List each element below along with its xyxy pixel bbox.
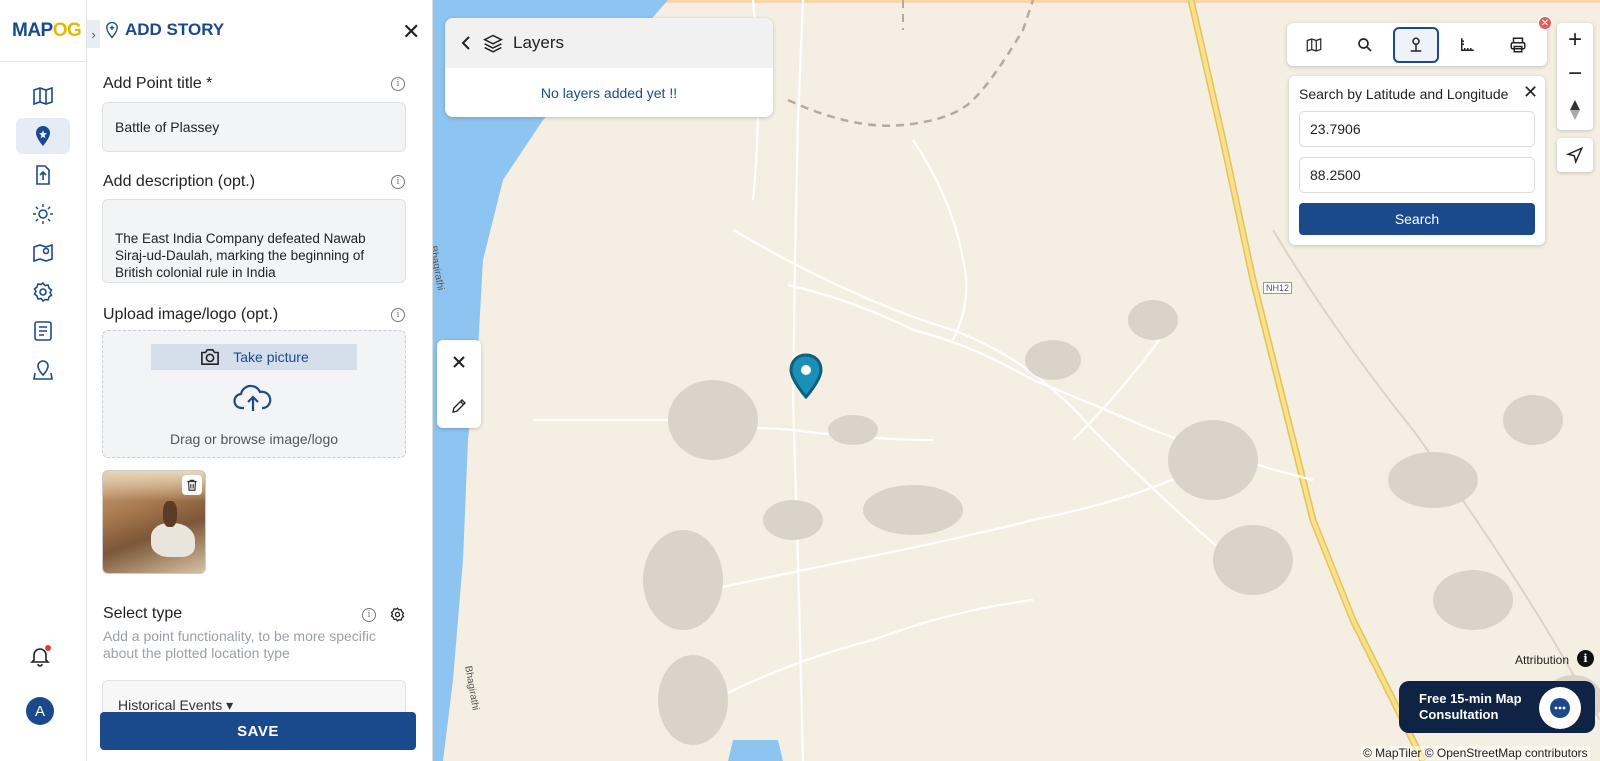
layers-title: Layers [513,33,565,52]
add-story-pin-icon[interactable] [16,118,70,154]
latlng-search-panel: Search by Latitude and Longitude ✕ 23.79… [1289,76,1545,245]
settings-icon[interactable] [16,274,70,310]
zoom-in-button[interactable]: + [1557,23,1593,57]
point-title-input[interactable]: Battle of Plassey [102,102,406,152]
consultation-text: Free 15-min Map Consultation [1419,691,1522,722]
zoom-controls: + − [1557,23,1593,130]
map-pin-icon[interactable] [16,235,70,271]
layers-panel: Layers No layers added yet !! [445,18,773,117]
close-panel-button[interactable]: ✕ [402,21,420,43]
compass-icon[interactable] [1557,93,1593,127]
map-book-icon[interactable] [1291,27,1337,63]
upload-dropzone[interactable]: Take picture Drag or browse image/logo [102,330,406,458]
drag-browse-text: Drag or browse image/logo [169,431,339,447]
avatar[interactable]: A [26,697,54,725]
upload-label: Upload image/logo (opt.) [103,306,279,323]
edit-pencil-icon[interactable] [447,394,471,418]
chat-icon[interactable] [1539,687,1581,729]
map-marker-icon[interactable] [788,353,824,399]
take-picture-label: Take picture [233,349,309,365]
print-icon[interactable] [1495,27,1541,63]
latlng-title: Search by Latitude and Longitude [1299,86,1509,102]
no-layers-message: No layers added yet !! [540,85,678,101]
close-latlng-icon[interactable]: ✕ [1523,82,1538,103]
map-toolbar [1287,23,1547,66]
camera-icon [201,348,220,366]
highway-badge: NH12 [1263,282,1293,294]
map-copyright: © MapTiler © OpenStreetMap contributors [1361,746,1590,760]
map-icon[interactable] [16,78,70,114]
type-settings-icon[interactable] [389,606,406,623]
select-type-description: Add a point functionality, to be more sp… [103,628,376,661]
list-icon[interactable] [16,313,70,349]
longitude-input[interactable]: 88.2500 [1299,157,1535,193]
title-field-label: Add Point title * [103,75,213,92]
measure-icon[interactable] [1444,27,1490,63]
select-type-label: Select type [103,605,183,622]
notification-dot [45,645,51,651]
toolbar-close-icon[interactable]: ✕ [1538,16,1552,30]
take-picture-button[interactable]: Take picture [151,344,357,370]
search-icon[interactable] [1342,27,1388,63]
gear-cog-icon[interactable] [16,196,70,232]
type-select-value: Historical Events [118,697,223,713]
collapse-panel-button[interactable]: › [87,20,100,48]
panel-title: ADD STORY [125,20,225,39]
icon-rail: MAPOG A [0,0,87,761]
layers-icon [483,34,503,53]
location-icon[interactable] [16,352,70,388]
panel-header: ADD STORY [103,20,224,40]
rail-divider [0,61,87,62]
info-icon[interactable]: i [362,608,376,622]
back-chevron-icon[interactable] [459,35,473,51]
attribution-label[interactable]: Attribution [1515,653,1569,667]
info-icon[interactable]: i [1577,650,1594,667]
delete-image-icon[interactable] [182,475,202,495]
draw-tools [437,340,481,428]
latitude-input[interactable]: 23.7906 [1299,111,1535,147]
app-logo[interactable]: MAPOG [12,20,82,42]
zoom-out-button[interactable]: − [1557,57,1593,91]
chevron-down-icon: ▾ [226,697,234,713]
locate-me-icon[interactable] [1557,138,1593,172]
cloud-upload-icon [233,384,272,411]
story-pin-icon [106,21,118,39]
info-icon[interactable]: i [391,308,405,322]
save-button[interactable]: SAVE [100,712,416,750]
consultation-banner[interactable]: Free 15-min Map Consultation [1399,681,1595,733]
description-label: Add description (opt.) [103,173,256,190]
search-button[interactable]: Search [1299,203,1535,235]
close-icon[interactable] [447,350,471,374]
latlng-search-icon[interactable] [1393,27,1439,63]
upload-file-icon[interactable] [16,157,70,193]
info-icon[interactable]: i [391,175,405,189]
description-textarea[interactable]: The East India Company defeated Nawab Si… [102,199,406,283]
info-icon[interactable]: i [391,77,405,91]
layers-header: Layers [445,18,773,68]
